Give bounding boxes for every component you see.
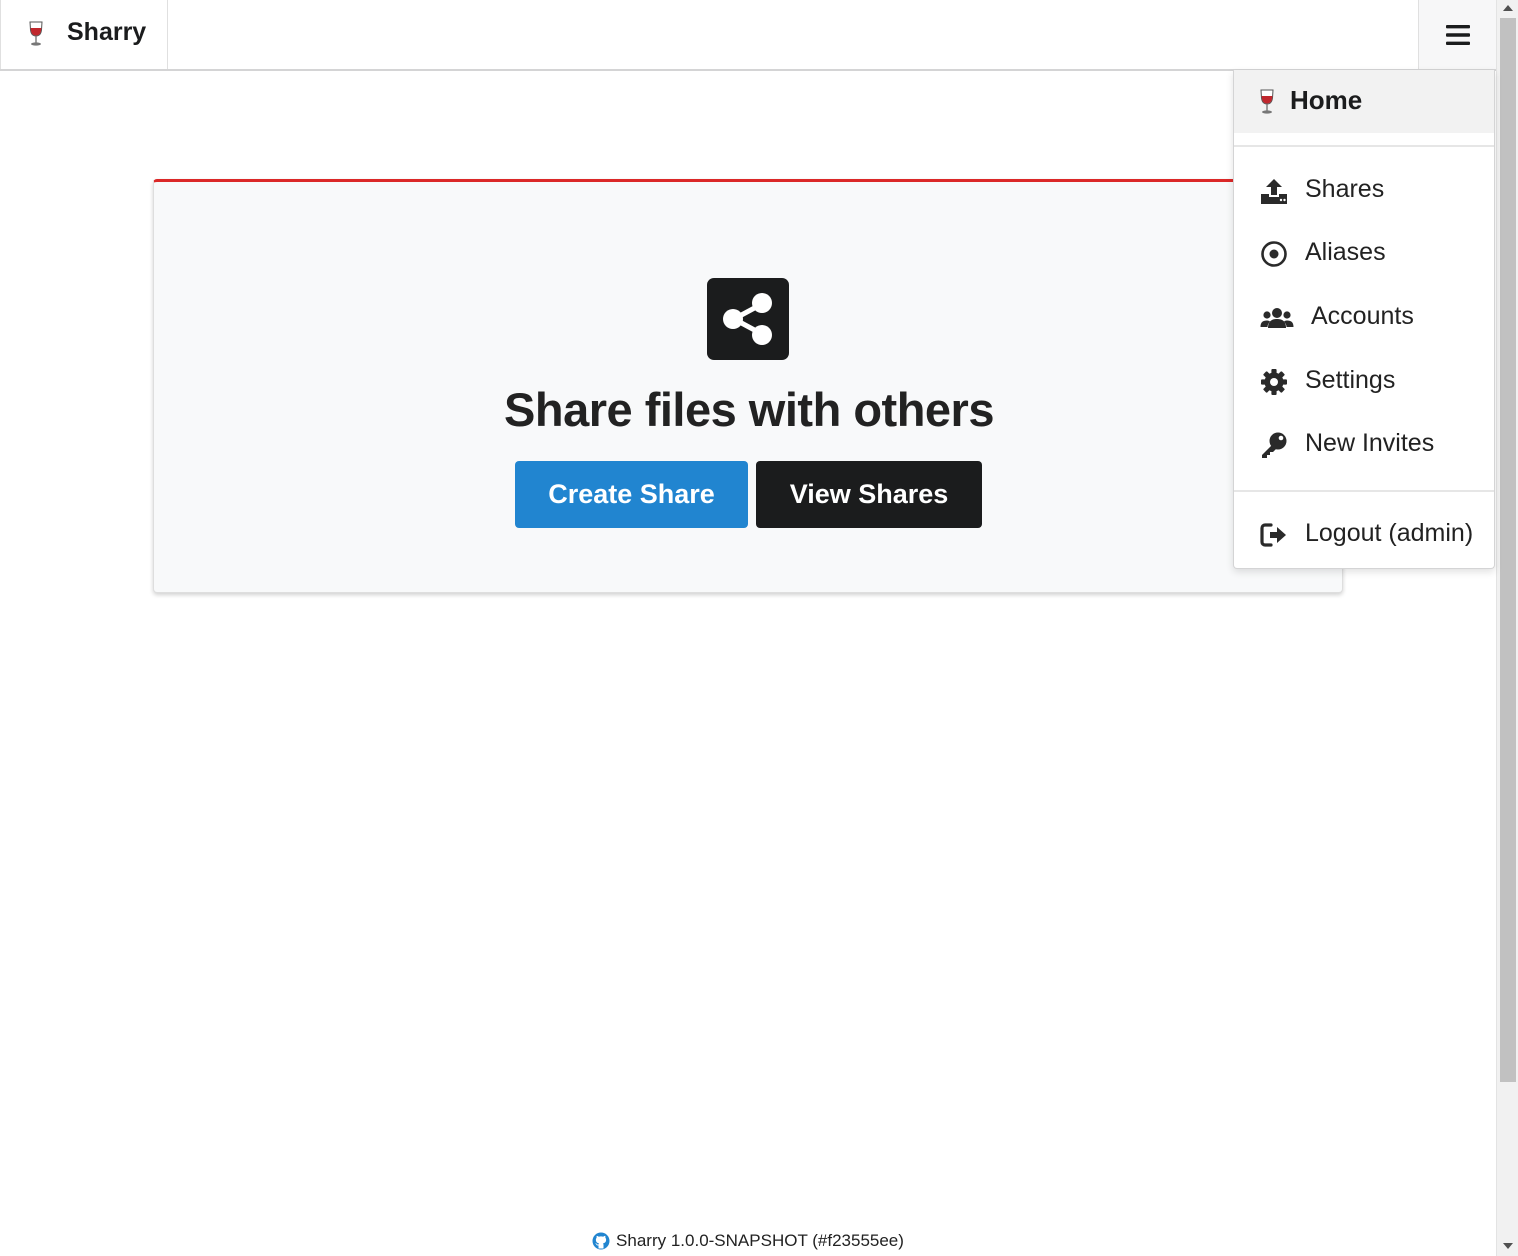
menu-item-home[interactable]: Home [1234,70,1494,133]
hero-headline: Share files with others [504,383,994,436]
hamburger-icon [1445,24,1470,45]
wine-glass-logo-icon [29,21,43,46]
footer: Sharry 1.0.0-SNAPSHOT (#f23555ee) [0,1228,1496,1254]
share-square-icon [707,278,789,360]
menu-item-aliases[interactable]: Aliases [1234,225,1494,283]
sign-out-icon [1260,523,1286,547]
gear-icon [1261,369,1287,395]
menu-toggle-button[interactable] [1418,0,1496,69]
scroll-up-arrow-icon[interactable] [1497,0,1518,16]
top-menu-bar: Sharry [0,0,1496,71]
menu-item-home-label: Home [1290,85,1363,115]
menu-item-aliases-label: Aliases [1305,238,1386,266]
users-icon [1260,308,1294,328]
menu-item-settings-label: Settings [1305,366,1396,394]
menu-item-logout[interactable]: Logout (admin) [1234,506,1494,564]
create-share-button[interactable]: Create Share [515,461,748,528]
main-dropdown-menu: Home Shares Aliases Accounts Settings Ne… [1233,70,1495,569]
github-icon[interactable] [592,1232,610,1250]
version-text: Sharry 1.0.0-SNAPSHOT (#f23555ee) [616,1231,904,1250]
key-icon [1262,432,1287,458]
menu-divider [1234,145,1494,147]
menu-divider [1234,490,1494,492]
upload-icon [1261,179,1287,204]
view-shares-button[interactable]: View Shares [756,461,982,528]
hero-card: Share files with others Create Share Vie… [153,179,1343,593]
menu-item-shares-label: Shares [1305,175,1385,203]
menu-item-new-invites-label: New Invites [1305,429,1435,457]
menu-item-new-invites[interactable]: New Invites [1234,416,1494,474]
dot-circle-icon [1261,241,1287,267]
brand-home-link[interactable]: Sharry [0,0,168,69]
wine-glass-icon [1260,89,1274,114]
menu-item-logout-label: Logout (admin) [1305,519,1474,547]
vertical-scrollbar[interactable] [1496,0,1518,1256]
menu-item-settings[interactable]: Settings [1234,353,1494,411]
scroll-down-arrow-icon[interactable] [1497,1238,1518,1254]
menu-item-accounts[interactable]: Accounts [1234,289,1494,347]
app-name: Sharry [67,18,147,46]
menu-item-shares[interactable]: Shares [1234,162,1494,220]
menu-item-accounts-label: Accounts [1311,302,1414,330]
scrollbar-thumb[interactable] [1500,18,1516,1082]
